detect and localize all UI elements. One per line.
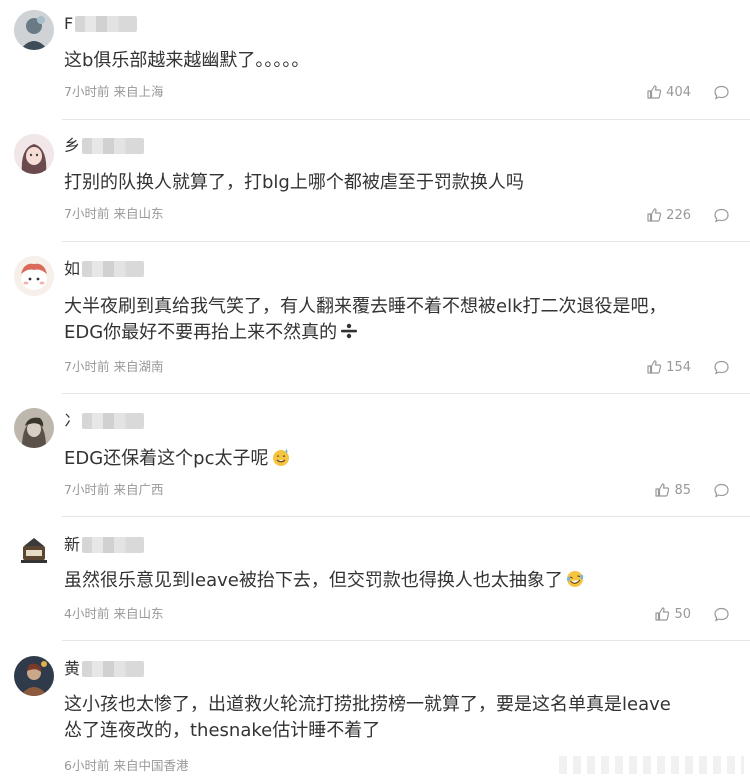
comment-line-text: EDG还保着这个pc太子呢 xyxy=(64,448,269,469)
divider xyxy=(62,241,750,242)
username-blurred xyxy=(82,537,145,553)
comment-line: 虽然很乐意见到leave被抬下去，但交罚款也得换人也太抽象了 xyxy=(64,568,736,594)
thumbs-up-icon xyxy=(647,85,662,99)
like-count: 226 xyxy=(666,207,691,223)
username[interactable]: 乡 xyxy=(64,135,145,157)
comment-location: 来自上海 xyxy=(113,84,164,99)
like-button[interactable]: 50 xyxy=(654,606,691,622)
comment-text: EDG还保着这个pc太子呢 xyxy=(64,446,736,472)
comment-line-text: 虽然很乐意见到leave被抬下去，但交罚款也得换人也太抽象了 xyxy=(64,570,563,591)
comment-bubble-icon xyxy=(714,483,729,498)
comment-time: 7小时前 xyxy=(64,359,110,374)
comment-bubble-icon xyxy=(714,360,729,375)
comment-bubble-icon xyxy=(714,85,729,100)
comment-meta: 6小时前 来自中国香港 xyxy=(64,758,188,774)
comment-meta: 7小时前 来自山东 xyxy=(64,206,163,222)
comment-bubble-icon xyxy=(714,607,729,622)
comment-actions: 226 xyxy=(646,206,730,224)
comment-time: 4小时前 xyxy=(64,606,110,621)
reply-button[interactable] xyxy=(713,207,730,224)
like-button[interactable]: 85 xyxy=(654,482,691,498)
comment-time: 7小时前 xyxy=(64,206,110,221)
username-blurred xyxy=(82,661,145,677)
comment-line: 这b俱乐部越来越幽默了。。。。。 xyxy=(64,50,310,71)
comment-line-text: EDG你最好不要再抬上来不然真的 xyxy=(64,322,338,343)
like-button[interactable]: 154 xyxy=(646,359,691,375)
thumbs-up-icon xyxy=(655,607,670,621)
username-blurred xyxy=(82,413,145,429)
comment-meta: 7小时前 来自广西 xyxy=(64,482,163,498)
avatar[interactable] xyxy=(14,408,54,448)
comment-text: 这小孩也太惨了，出道救火轮流打捞批捞榜一就算了，要是这名单真是leave 怂了连… xyxy=(64,692,736,744)
avatar[interactable] xyxy=(14,134,54,174)
comment-text: 这b俱乐部越来越幽默了。。。。。 xyxy=(64,48,736,74)
divide-sign-emoji xyxy=(341,323,358,339)
comment-meta: 7小时前 来自上海 xyxy=(64,84,163,100)
username[interactable]: F xyxy=(64,13,138,35)
username-initial: 冫 xyxy=(64,411,81,430)
thumbs-up-icon xyxy=(647,360,662,374)
username-initial: F xyxy=(64,14,74,33)
comment-location: 来自湖南 xyxy=(113,359,164,374)
comment-time: 6小时前 xyxy=(64,758,110,773)
comment-actions: 404 xyxy=(646,83,730,101)
reply-button[interactable] xyxy=(713,482,730,499)
comment-actions: 154 xyxy=(646,358,730,376)
username-blurred xyxy=(75,16,138,32)
like-count: 85 xyxy=(674,482,691,498)
username-initial: 如 xyxy=(64,259,81,278)
avatar[interactable] xyxy=(14,256,54,296)
laughing-tears-emoji xyxy=(566,571,584,587)
username-blurred xyxy=(82,138,145,154)
comment-line: 这小孩也太惨了，出道救火轮流打捞批捞榜一就算了，要是这名单真是leave xyxy=(64,694,671,715)
comment-time: 7小时前 xyxy=(64,84,110,99)
thumbs-up-icon xyxy=(647,208,662,222)
comment-line: 大半夜刷到真给我气笑了，有人翻来覆去睡不着不想被elk打二次退役是吧， xyxy=(64,296,667,317)
watermark xyxy=(559,756,744,774)
like-count: 154 xyxy=(666,359,691,375)
like-count: 50 xyxy=(674,606,691,622)
comment-text: 大半夜刷到真给我气笑了，有人翻来覆去睡不着不想被elk打二次退役是吧， EDG你… xyxy=(64,294,736,346)
avatar[interactable] xyxy=(14,656,54,696)
thumbs-up-icon xyxy=(655,483,670,497)
comment-location: 来自山东 xyxy=(113,606,164,621)
comment-time: 7小时前 xyxy=(64,482,110,497)
like-count: 404 xyxy=(666,84,691,100)
comment-actions: 50 xyxy=(654,605,730,623)
username[interactable]: 黄 xyxy=(64,658,145,680)
username-initial: 黄 xyxy=(64,659,81,678)
comment-bubble-icon xyxy=(714,208,729,223)
comment-line: EDG你最好不要再抬上来不然真的 xyxy=(64,320,736,346)
comment-line: 打别的队换人就算了，打blg上哪个都被虐至于罚款换人吗 xyxy=(64,172,524,193)
comment-meta: 4小时前 来自山东 xyxy=(64,606,163,622)
username-initial: 新 xyxy=(64,535,81,554)
username[interactable]: 新 xyxy=(64,534,145,556)
like-button[interactable]: 226 xyxy=(646,207,691,223)
comment-location: 来自中国香港 xyxy=(113,758,189,773)
comment-actions: 85 xyxy=(654,481,730,499)
comment-text: 虽然很乐意见到leave被抬下去，但交罚款也得换人也太抽象了 xyxy=(64,568,736,594)
comment-line: 怂了连夜改的，thesnake估计睡不着了 xyxy=(64,720,381,741)
reply-button[interactable] xyxy=(713,606,730,623)
comment-location: 来自山东 xyxy=(113,206,164,221)
divider xyxy=(62,393,750,394)
username-blurred xyxy=(82,261,145,277)
comment-line: EDG还保着这个pc太子呢 xyxy=(64,446,736,472)
username[interactable]: 如 xyxy=(64,258,145,280)
username[interactable]: 冫 xyxy=(64,410,145,432)
divider xyxy=(62,119,750,120)
like-button[interactable]: 404 xyxy=(646,84,691,100)
comment-location: 来自广西 xyxy=(113,482,164,497)
comment-meta: 7小时前 来自湖南 xyxy=(64,359,163,375)
sweat-smile-emoji xyxy=(272,449,289,466)
comment-text: 打别的队换人就算了，打blg上哪个都被虐至于罚款换人吗 xyxy=(64,170,736,196)
divider xyxy=(62,640,750,641)
reply-button[interactable] xyxy=(713,84,730,101)
reply-button[interactable] xyxy=(713,359,730,376)
avatar[interactable] xyxy=(14,530,54,570)
divider xyxy=(62,516,750,517)
username-initial: 乡 xyxy=(64,136,81,155)
avatar[interactable] xyxy=(14,10,54,50)
